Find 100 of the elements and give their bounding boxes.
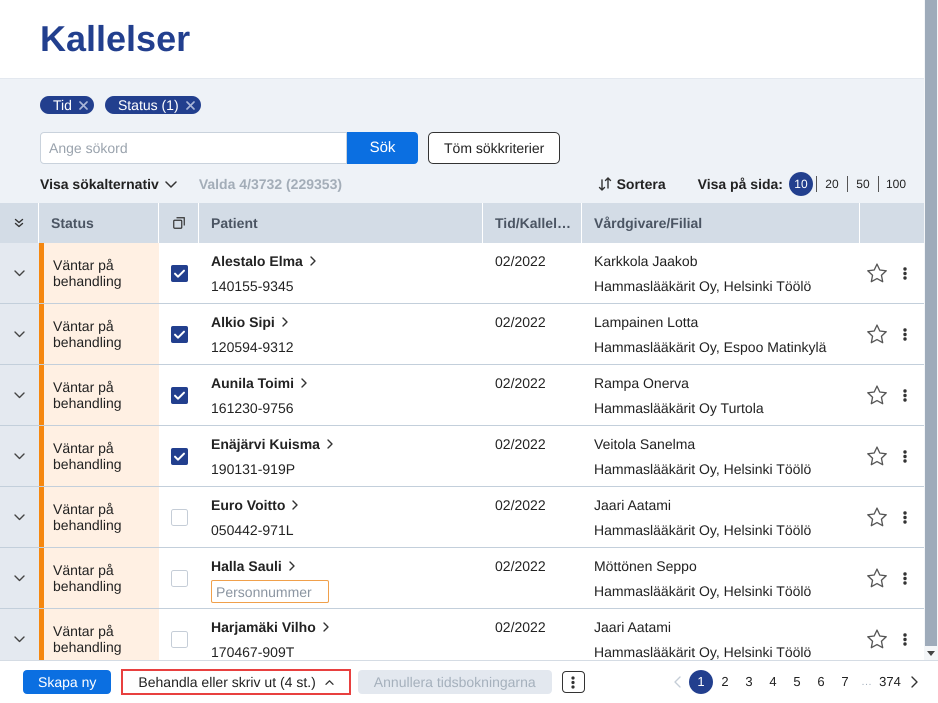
- chevron-right-icon[interactable]: [300, 378, 307, 388]
- chevron-right-icon[interactable]: [326, 439, 333, 449]
- personal-id: 190131-919P: [211, 460, 296, 479]
- filter-chip[interactable]: Status (1): [104, 96, 201, 114]
- chevron-down-icon[interactable]: [164, 180, 177, 188]
- status-cell: Väntar på behandling: [39, 365, 159, 425]
- page-button[interactable]: 2: [713, 670, 737, 694]
- chevron-right-icon[interactable]: [282, 317, 288, 327]
- column-header: Vårdgivare/Filial: [594, 214, 702, 233]
- page-button[interactable]: 374: [876, 670, 904, 694]
- page-gap-ellipsis: …: [861, 674, 872, 690]
- star-icon[interactable]: [867, 263, 887, 283]
- patient-name-link[interactable]: Alkio Sipi: [211, 312, 288, 332]
- scroll-down-arrow-icon[interactable]: [927, 650, 935, 656]
- patient-name-link[interactable]: Aunila Toimi: [211, 373, 307, 393]
- chevron-down-icon[interactable]: [14, 636, 25, 642]
- status-cell: Väntar på behandling: [39, 487, 159, 547]
- clinic-name: Hammaslääkärit Oy, Helsinki Töölö: [594, 521, 812, 540]
- kebab-menu-icon[interactable]: [903, 388, 907, 402]
- patient-name-link[interactable]: Euro Voitto: [211, 495, 298, 515]
- filter-chip[interactable]: Tid: [40, 96, 94, 114]
- star-icon[interactable]: [867, 385, 887, 405]
- chevron-right-icon[interactable]: [310, 256, 316, 266]
- selection-summary: Valda 4/3732 (229353): [198, 174, 342, 194]
- caregiver-name: Veitola Sanelma: [594, 435, 696, 454]
- close-icon[interactable]: [186, 100, 195, 110]
- page-size-option[interactable]: 50: [850, 172, 875, 196]
- more-actions-button[interactable]: [562, 671, 585, 693]
- kebab-menu-icon[interactable]: [903, 328, 907, 340]
- page-button[interactable]: 7: [833, 670, 857, 694]
- page-button[interactable]: 4: [761, 670, 785, 694]
- page-button[interactable]: 6: [809, 670, 833, 694]
- chevron-down-icon[interactable]: [14, 330, 25, 338]
- close-icon[interactable]: [78, 100, 88, 110]
- chevron-down-icon[interactable]: [14, 270, 25, 276]
- chevron-down-icon[interactable]: [14, 574, 25, 582]
- search-options-toggle[interactable]: Visa sökalternativ: [40, 174, 177, 194]
- patient-name-link[interactable]: Alestalo Elma: [211, 251, 316, 271]
- page-button[interactable]: 5: [785, 670, 809, 694]
- caregiver-name: Jaari Aatami: [594, 496, 672, 515]
- chevron-down-icon[interactable]: [14, 392, 25, 398]
- personal-id: 161230-9756: [211, 399, 294, 418]
- page-button[interactable]: 1: [689, 670, 713, 694]
- kebab-menu-icon[interactable]: [903, 450, 907, 462]
- kebab-menu-icon[interactable]: [903, 510, 907, 524]
- kebab-menu-icon[interactable]: [903, 266, 907, 280]
- personal-id: 120594-9312: [211, 338, 294, 357]
- personal-id: 170467-909T: [211, 643, 294, 660]
- status-cell: Väntar på behandling: [39, 609, 159, 660]
- clear-criteria-button[interactable]: Töm sökkriterier: [428, 132, 560, 164]
- personal-id: 050442-971L: [211, 521, 294, 540]
- copy-icon[interactable]: [172, 217, 184, 229]
- caregiver-name: Rampa Onerva: [594, 374, 690, 393]
- appointment-date: 02/2022: [495, 618, 547, 637]
- status-cell: Väntar på behandling: [39, 304, 159, 364]
- process-or-print-button[interactable]: Behandla eller skriv ut (4 st.): [121, 669, 351, 695]
- star-icon[interactable]: [867, 568, 887, 588]
- checkbox[interactable]: [170, 386, 188, 404]
- patient-name-link[interactable]: Halla Sauli: [211, 556, 295, 576]
- star-icon[interactable]: [867, 507, 887, 527]
- chevron-down-icon[interactable]: [14, 452, 25, 460]
- appointment-date: 02/2022: [495, 374, 547, 393]
- kebab-menu-icon[interactable]: [571, 676, 576, 688]
- double-chevron-down-icon[interactable]: [14, 218, 24, 228]
- page-size-option[interactable]: 10: [788, 172, 813, 196]
- chevron-right-icon[interactable]: [910, 676, 918, 688]
- page-button[interactable]: 3: [737, 670, 761, 694]
- patient-name-link[interactable]: Enäjärvi Kuisma: [211, 434, 333, 454]
- chevron-down-icon[interactable]: [14, 514, 25, 520]
- checkbox[interactable]: [170, 326, 188, 342]
- sort-arrows-icon[interactable]: [598, 177, 612, 191]
- star-icon[interactable]: [867, 629, 887, 649]
- personal-id-field[interactable]: Personnummer: [211, 580, 329, 603]
- checkbox[interactable]: [170, 630, 188, 648]
- clinic-name: Hammaslääkärit Oy Turtola: [594, 399, 765, 418]
- star-icon[interactable]: [867, 324, 887, 344]
- chevron-right-icon[interactable]: [288, 561, 295, 571]
- kebab-menu-icon[interactable]: [903, 572, 907, 584]
- sort-button[interactable]: Sortera: [598, 174, 666, 194]
- column-header: Tid/Kallel…: [495, 214, 571, 232]
- column-header: Status: [51, 214, 94, 232]
- page-size-option[interactable]: 20: [820, 172, 844, 196]
- appointment-date: 02/2022: [495, 252, 547, 271]
- star-icon[interactable]: [867, 446, 887, 466]
- page-title: Kallelser: [40, 17, 190, 61]
- caret-up-icon[interactable]: [324, 680, 334, 684]
- scrollbar-thumb[interactable]: [925, 0, 937, 646]
- chevron-right-icon[interactable]: [322, 622, 329, 632]
- caregiver-name: Karkkola Jaakob: [594, 252, 699, 271]
- kebab-menu-icon[interactable]: [903, 632, 907, 646]
- patient-name-link[interactable]: Harjamäki Vilho: [211, 617, 329, 637]
- search-field[interactable]: Ange sökord: [40, 132, 347, 164]
- create-new-button[interactable]: Skapa ny: [23, 670, 112, 694]
- chevron-right-icon[interactable]: [292, 500, 298, 510]
- checkbox[interactable]: [170, 508, 188, 526]
- checkbox[interactable]: [170, 448, 188, 464]
- checkbox[interactable]: [170, 264, 188, 282]
- checkbox[interactable]: [170, 570, 188, 586]
- page-size-option[interactable]: 100: [882, 172, 910, 196]
- search-button[interactable]: Sök: [347, 132, 418, 164]
